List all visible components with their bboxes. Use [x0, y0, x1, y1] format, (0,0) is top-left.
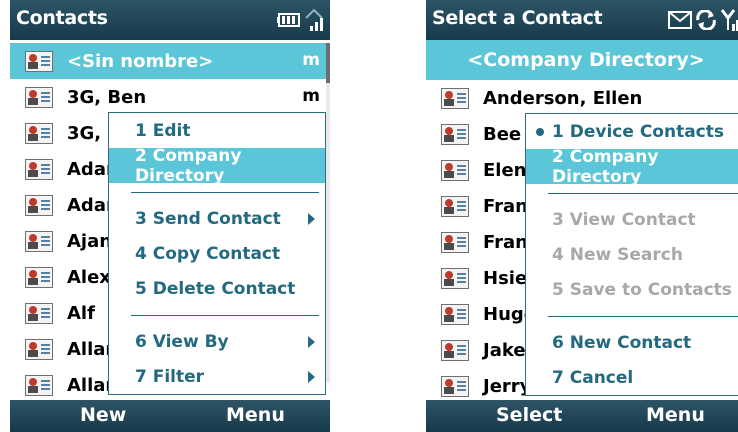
- submenu-arrow-icon: [308, 371, 315, 383]
- softkey-new[interactable]: New: [80, 404, 126, 426]
- list-item[interactable]: <Sin nombre> m: [10, 43, 330, 79]
- menu-item[interactable]: 6 New Contact: [526, 325, 738, 360]
- menu-item[interactable]: 2 Company Directory: [526, 146, 738, 187]
- context-menu: 1 Edit 2 Company Directory 3 Send Contact 4…: [108, 112, 326, 395]
- menu-item-label: 7 Filter: [135, 366, 205, 387]
- menu-item[interactable]: 5 Delete Contact: [109, 271, 325, 306]
- softkey-bar: Select Menu: [426, 400, 738, 432]
- directory-header: <Company Directory>: [426, 40, 738, 80]
- radio-bullet-icon: [536, 128, 544, 136]
- contact-type-letter: m: [302, 50, 320, 70]
- contact-name: <Sin nombre>: [67, 50, 214, 72]
- softkey-menu[interactable]: Menu: [646, 404, 705, 426]
- softkey-bar: New Menu: [10, 400, 330, 432]
- page-title: Select a Contact: [432, 7, 603, 29]
- contact-card-icon: [441, 375, 469, 397]
- contact-card-icon: [441, 195, 469, 217]
- menu-separator: [109, 306, 325, 324]
- menu-item-label: 4 Copy Contact: [135, 243, 281, 264]
- menu-item-label: 6 View By: [135, 331, 229, 352]
- menu-item: 4 New Search: [526, 237, 738, 272]
- menu-item: 3 View Contact: [526, 202, 738, 237]
- menu-item-label: 2 Company Directory: [135, 145, 242, 186]
- menu-item-label: 7 Cancel: [552, 367, 634, 388]
- battery-icon: [277, 13, 301, 27]
- submenu-arrow-icon: [308, 336, 315, 348]
- menu-item[interactable]: 6 View By: [109, 324, 325, 359]
- softkey-menu[interactable]: Menu: [226, 404, 285, 426]
- menu-item[interactable]: 4 Copy Contact: [109, 236, 325, 271]
- contact-type-letter: m: [302, 86, 320, 106]
- menu-item-label: 1 Edit: [135, 120, 191, 141]
- menu-separator: [526, 307, 738, 325]
- contact-card-icon: [25, 86, 53, 108]
- contact-name: Elen: [483, 159, 527, 181]
- contact-card-icon: [25, 122, 53, 144]
- contact-card-icon: [25, 194, 53, 216]
- title-bar: Select a Contact: [426, 0, 738, 40]
- contact-card-icon: [441, 159, 469, 181]
- scrollbar-track[interactable]: [326, 43, 330, 383]
- contact-card-icon: [441, 339, 469, 361]
- contact-name: Jake: [483, 339, 526, 361]
- contact-card-icon: [441, 231, 469, 253]
- list-item[interactable]: 3G, Ben m: [10, 79, 330, 115]
- contacts-screen: Contacts <Sin nombre> m 3G, Ben m 3G, E Adam A…: [10, 0, 330, 432]
- menu-item[interactable]: 7 Cancel: [526, 360, 738, 395]
- menu-separator: [526, 184, 738, 202]
- contact-card-icon: [441, 303, 469, 325]
- page-title: Contacts: [16, 7, 108, 29]
- status-icons: [277, 6, 324, 34]
- select-contact-screen: Select a Contact <Company Directory> And…: [426, 0, 738, 432]
- menu-item[interactable]: 2 Company Directory: [109, 145, 325, 186]
- status-icons: [668, 6, 738, 34]
- contact-card-icon: [25, 266, 53, 288]
- contact-card-icon: [441, 87, 469, 109]
- contact-card-icon: [25, 50, 53, 72]
- contact-name: Bee: [483, 123, 522, 145]
- menu-item: 5 Save to Contacts: [526, 272, 738, 307]
- signal-icon: [720, 8, 738, 32]
- envelope-icon: [668, 11, 692, 29]
- menu-item-label: 3 Send Contact: [135, 208, 281, 229]
- menu-item[interactable]: 3 Send Contact: [109, 201, 325, 236]
- menu-item[interactable]: 7 Filter: [109, 359, 325, 394]
- sync-icon: [695, 10, 717, 30]
- menu-item-label: 1 Device Contacts: [552, 121, 725, 142]
- signal-icon: [304, 8, 324, 32]
- contact-card-icon: [25, 158, 53, 180]
- contact-name: 3G, Ben: [67, 86, 147, 108]
- contact-card-icon: [25, 302, 53, 324]
- contact-card-icon: [25, 374, 53, 396]
- menu-item-label: 2 Company Directory: [552, 146, 659, 187]
- list-item[interactable]: Anderson, Ellen: [426, 80, 738, 116]
- menu-item[interactable]: 1 Edit: [109, 113, 325, 148]
- softkey-select[interactable]: Select: [496, 404, 562, 426]
- title-bar: Contacts: [10, 0, 330, 40]
- contact-card-icon: [441, 267, 469, 289]
- submenu-arrow-icon: [308, 213, 315, 225]
- menu-separator: [109, 183, 325, 201]
- contact-card-icon: [25, 230, 53, 252]
- menu-item-label: 5 Save to Contacts: [552, 279, 732, 300]
- scrollbar-thumb[interactable]: [326, 43, 330, 83]
- directory-header-label: <Company Directory>: [467, 49, 705, 71]
- menu-item-label: 4 New Search: [552, 244, 683, 265]
- contact-card-icon: [441, 123, 469, 145]
- menu-item[interactable]: 1 Device Contacts: [526, 114, 738, 149]
- menu-item-label: 6 New Contact: [552, 332, 692, 353]
- menu-item-label: 3 View Contact: [552, 209, 696, 230]
- context-menu: 1 Device Contacts 2 Company Directory 3 Vi…: [525, 113, 738, 396]
- contact-card-icon: [25, 338, 53, 360]
- contact-name: Anderson, Ellen: [483, 87, 643, 109]
- menu-item-label: 5 Delete Contact: [135, 278, 296, 299]
- contact-name: Alf: [67, 302, 95, 324]
